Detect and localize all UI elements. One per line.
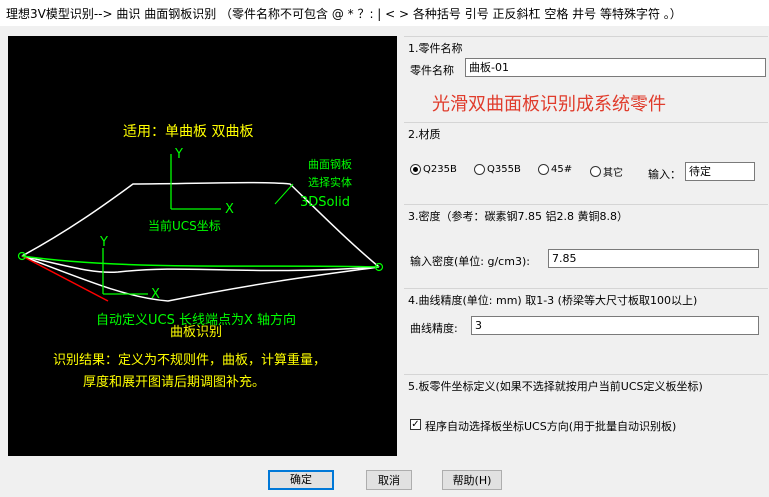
density-input[interactable]: 7.85 [548,249,759,268]
precision-input[interactable]: 3 [471,316,759,335]
solid-label: 3DSolid [300,195,350,210]
radio-q235b[interactable]: Q235B [410,164,457,175]
radio-other[interactable]: 其它 [590,164,623,179]
radio-dot-other [590,166,601,177]
part-name-label: 零件名称 [410,64,454,77]
material-legend: 2.材质 [408,128,441,141]
radio-dot-q235b [410,164,421,175]
radio-45[interactable]: 45# [538,164,572,175]
part-name-legend: 1.零件名称 [408,42,463,55]
apply-text: 适用：单曲板 双曲板 [123,124,253,140]
help-button[interactable]: 帮助(H) [442,470,502,490]
ucs-label: 当前UCS坐标 [148,218,221,233]
select-label-1: 曲面钢板 [308,157,352,171]
precision-legend: 4.曲线精度(单位: mm) 取1-3 (桥梁等大尺寸板取100以上) [408,294,698,307]
radio-q355b[interactable]: Q355B [474,164,521,175]
radio-label-q355b: Q355B [487,164,521,175]
auto-y-label: Y [99,235,108,250]
recognize-text: 曲板识别 [170,325,222,340]
banner-text: 光滑双曲面板识别成系统零件 [432,94,666,115]
preview-panel: 适用：单曲板 双曲板 Y X 当前UCS坐标 曲面钢板 选择实体 3DSolid… [8,36,397,456]
radio-dot-45 [538,164,549,175]
title-bar: 理想3V模型识别--> 曲识 曲面钢板识别 （零件名称不可包含 @ * ？: |… [0,0,769,26]
long-line-green [21,255,380,268]
auto-ucs-checkbox-label[interactable]: 程序自动选择板坐标UCS方向(用于批量自动识别板) [425,418,676,434]
window-title: 理想3V模型识别--> 曲识 曲面钢板识别 （零件名称不可包含 @ * ？: |… [6,7,682,21]
plate-bottom-edge [21,255,380,302]
select-label-2: 选择实体 [308,175,352,189]
density-label: 输入密度(单位: g/cm3): [410,255,530,268]
result-line-1: 识别结果：定义为不规则件，曲板，计算重量， [53,352,326,368]
ucs-legend: 5.板零件坐标定义(如果不选择就按用户当前UCS定义板坐标) [408,380,703,393]
auto-x-label: X [151,287,160,302]
cancel-button[interactable]: 取消 [366,470,412,490]
radio-label-q235b: Q235B [423,164,457,175]
preview-drawing: 适用：单曲板 双曲板 Y X 当前UCS坐标 曲面钢板 选择实体 3DSolid… [17,124,384,390]
material-input[interactable]: 待定 [685,162,755,181]
precision-label: 曲线精度: [410,322,458,335]
group-ucs: 5.板零件坐标定义(如果不选择就按用户当前UCS定义板坐标) [404,374,768,457]
ucs-y-label: Y [174,147,183,162]
auto-ucs-checkbox[interactable]: ✓ [410,419,421,430]
part-name-input[interactable]: 曲板-01 [465,58,766,77]
density-legend: 3.密度（参考：碳素钢7.85 铝2.8 黄铜8.8） [408,210,628,223]
plate-mid-edge [21,255,380,274]
result-line-2: 厚度和展开图请后期调图补充。 [83,374,265,390]
material-input-label: 输入： [648,168,681,181]
ucs-x-label: X [225,202,234,217]
group-density: 3.密度（参考：碳素钢7.85 铝2.8 黄铜8.8） [404,204,768,285]
radio-label-other: 其它 [603,168,623,179]
radio-label-45: 45# [551,164,573,175]
ok-button[interactable]: 确定 [268,470,334,490]
select-pointer [274,183,294,205]
radio-dot-q355b [474,164,485,175]
